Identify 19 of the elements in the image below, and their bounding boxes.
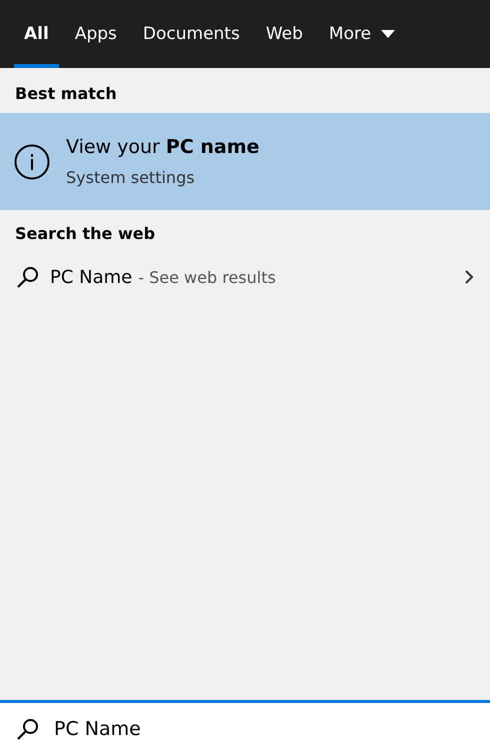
best-match-result[interactable]: View your PC name System settings <box>0 113 490 210</box>
web-result[interactable]: PC Name - See web results <box>0 253 490 301</box>
section-heading: Search the web <box>14 223 156 245</box>
web-hint: - See web results <box>138 268 276 286</box>
tab[interactable]: Apps <box>64 0 127 68</box>
search-icon <box>16 717 40 741</box>
search-icon <box>16 265 40 289</box>
result-subtitle: System settings <box>66 168 196 187</box>
tab[interactable]: More <box>318 0 406 68</box>
caret-icon <box>381 30 396 38</box>
tab[interactable]: Documents <box>132 0 250 68</box>
search-field[interactable]: PC Name <box>54 718 354 740</box>
tab[interactable]: All <box>14 0 59 68</box>
section-heading: Best match <box>14 83 118 105</box>
info-icon <box>14 144 50 180</box>
chevron-right-icon <box>464 269 474 285</box>
web-query: PC Name <box>50 266 132 288</box>
tab[interactable]: Web <box>256 0 313 68</box>
result-title: View your PC name <box>66 136 260 158</box>
